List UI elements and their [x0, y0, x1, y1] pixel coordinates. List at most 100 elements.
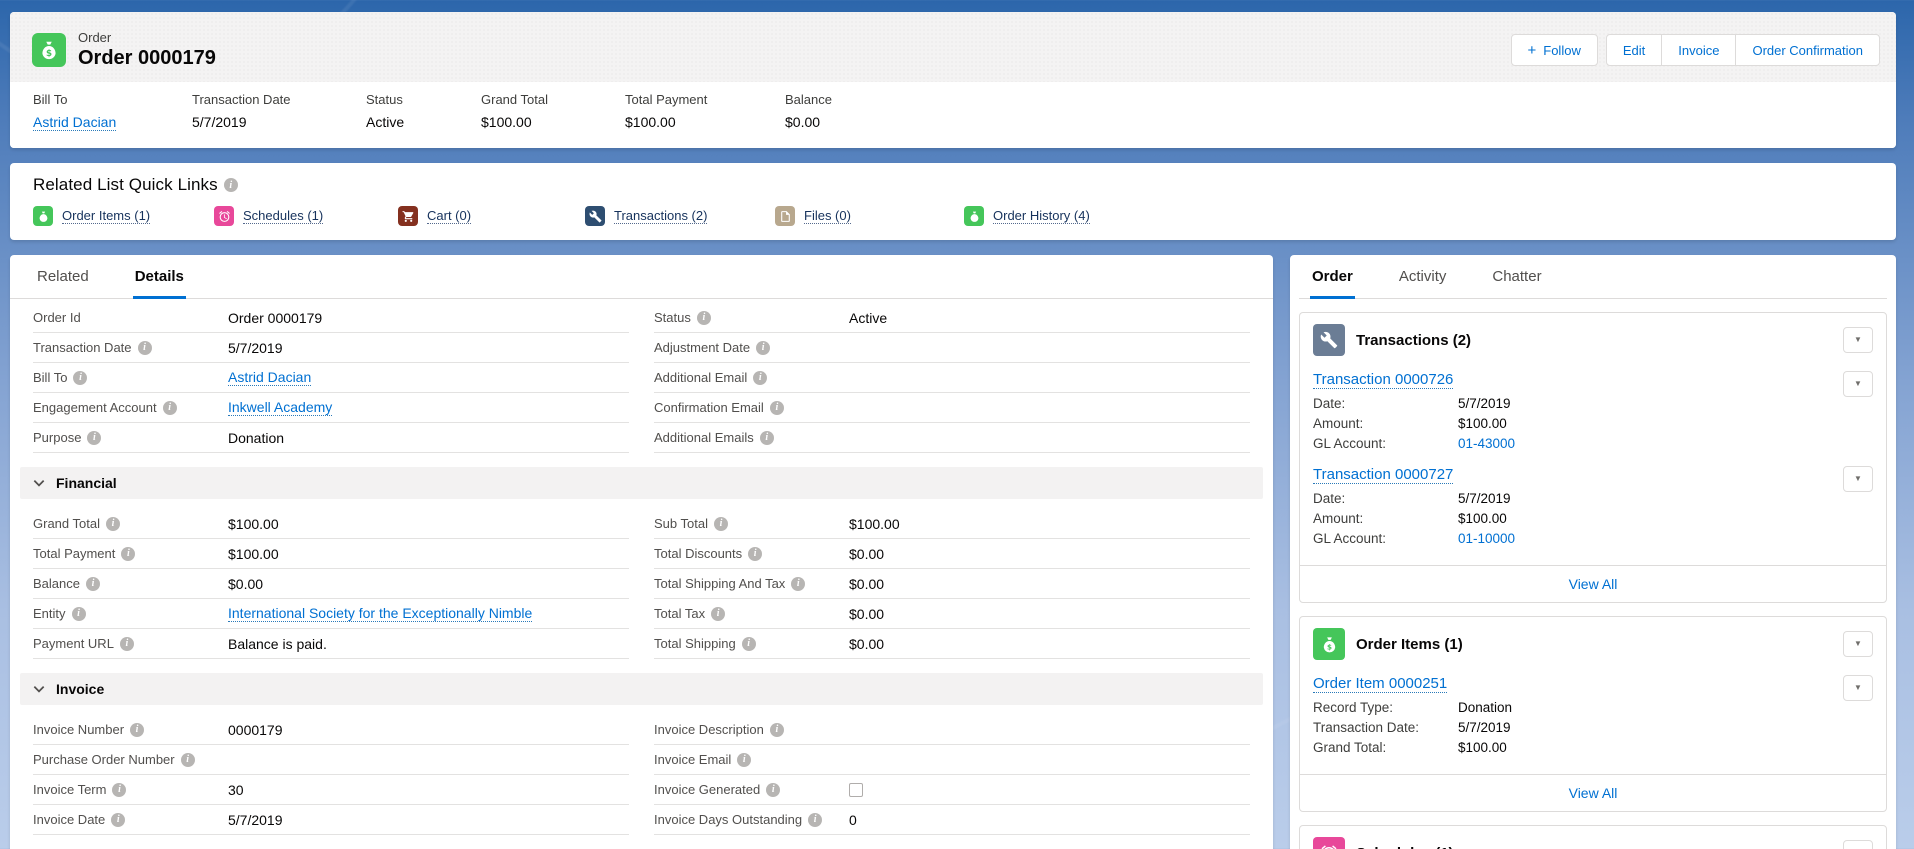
gl-account-link[interactable]: 01-43000	[1458, 434, 1515, 454]
info-icon[interactable]: i	[73, 371, 87, 385]
info-icon[interactable]: i	[224, 178, 238, 192]
field-transaction-date: Transaction Datei 5/7/2019	[33, 333, 629, 363]
tab-chatter[interactable]: Chatter	[1490, 255, 1543, 299]
tab-details[interactable]: Details	[133, 255, 186, 299]
info-icon[interactable]: i	[130, 723, 144, 737]
entity-link[interactable]: International Society for the Exceptiona…	[228, 605, 532, 622]
edit-button[interactable]: Edit	[1606, 34, 1662, 66]
field-total-shipping: Total Shippingi $0.00	[654, 629, 1250, 659]
invoice-button[interactable]: Invoice	[1661, 34, 1736, 66]
moneybag-icon	[964, 206, 984, 226]
field-invoice-days-outstanding: Invoice Days Outstandingi 0	[654, 805, 1250, 835]
quick-link-transactions[interactable]: Transactions (2)	[585, 206, 775, 226]
view-all-link[interactable]: View All	[1569, 785, 1618, 801]
transaction-link[interactable]: Transaction 0000726	[1313, 371, 1453, 389]
info-icon[interactable]: i	[72, 607, 86, 621]
summary-fields: Bill To Astrid Dacian Transaction Date 5…	[10, 82, 1896, 148]
record-actions-dropdown[interactable]: ▼	[1843, 371, 1873, 397]
field-status: Statusi Active	[654, 303, 1250, 333]
tab-activity[interactable]: Activity	[1397, 255, 1449, 299]
bill-to-link[interactable]: Astrid Dacian	[33, 114, 116, 131]
order-confirmation-button[interactable]: Order Confirmation	[1735, 34, 1880, 66]
card-actions-dropdown[interactable]: ▼	[1843, 840, 1873, 849]
card-title: Order Items (1)	[1356, 636, 1463, 653]
quick-links-row: Order Items (1) Schedules (1) Cart (0) T…	[33, 206, 1880, 226]
wrench-icon	[585, 206, 605, 226]
quick-link-cart[interactable]: Cart (0)	[398, 206, 585, 226]
info-icon[interactable]: i	[766, 783, 780, 797]
field-invoice-description: Invoice Descriptioni	[654, 715, 1250, 745]
info-icon[interactable]: i	[753, 371, 767, 385]
side-panel: Order Activity Chatter Transactions (2) …	[1290, 255, 1896, 849]
info-icon[interactable]: i	[808, 813, 822, 827]
info-icon[interactable]: i	[756, 341, 770, 355]
info-icon[interactable]: i	[111, 813, 125, 827]
info-icon[interactable]: i	[770, 723, 784, 737]
field-invoice-generated: Invoice Generatedi	[654, 775, 1250, 805]
tab-order[interactable]: Order	[1310, 255, 1355, 299]
transaction-record: Transaction 0000727 ▼ Date:5/7/2019 Amou…	[1300, 460, 1886, 555]
order-item-link[interactable]: Order Item 0000251	[1313, 675, 1447, 693]
info-icon[interactable]: i	[714, 517, 728, 531]
transaction-record: Transaction 0000726 ▼ Date:5/7/2019 Amou…	[1300, 365, 1886, 460]
follow-button[interactable]: + Follow	[1511, 34, 1598, 66]
transaction-link[interactable]: Transaction 0000727	[1313, 466, 1453, 484]
card-actions-dropdown[interactable]: ▼	[1843, 631, 1873, 657]
invoice-generated-checkbox	[849, 783, 863, 797]
view-all-link[interactable]: View All	[1569, 576, 1618, 592]
summary-balance: Balance $0.00	[785, 92, 842, 132]
bill-to-link[interactable]: Astrid Dacian	[228, 369, 311, 386]
info-icon[interactable]: i	[737, 753, 751, 767]
quick-link-files[interactable]: Files (0)	[775, 206, 964, 226]
info-icon[interactable]: i	[770, 401, 784, 415]
info-icon[interactable]: i	[120, 637, 134, 651]
field-payment-url: Payment URLi Balance is paid.	[33, 629, 629, 659]
title-block: Order Order 0000179	[78, 30, 216, 70]
info-icon[interactable]: i	[748, 547, 762, 561]
action-buttons: + Follow Edit Invoice Order Confirmation	[1511, 34, 1881, 66]
field-bill-to: Bill Toi Astrid Dacian	[33, 363, 629, 393]
quick-link-schedules[interactable]: Schedules (1)	[214, 206, 398, 226]
section-financial[interactable]: Financial	[20, 467, 1263, 499]
info-icon[interactable]: i	[711, 607, 725, 621]
info-icon[interactable]: i	[121, 547, 135, 561]
info-icon[interactable]: i	[106, 517, 120, 531]
wrench-icon	[1313, 324, 1345, 356]
svg-text:$: $	[1327, 642, 1332, 651]
record-detail-panel: Related Details Order Id Order 0000179 S…	[10, 255, 1273, 849]
engagement-account-link[interactable]: Inkwell Academy	[228, 399, 332, 416]
info-icon[interactable]: i	[138, 341, 152, 355]
field-engagement-account: Engagement Accounti Inkwell Academy	[33, 393, 629, 423]
tab-related[interactable]: Related	[35, 255, 91, 299]
general-fields: Order Id Order 0000179 Statusi Active Tr…	[33, 303, 1250, 453]
moneybag-icon: $	[1313, 628, 1345, 660]
info-icon[interactable]: i	[87, 431, 101, 445]
info-icon[interactable]: i	[163, 401, 177, 415]
card-actions-dropdown[interactable]: ▼	[1843, 327, 1873, 353]
quick-link-order-items[interactable]: Order Items (1)	[33, 206, 214, 226]
info-icon[interactable]: i	[760, 431, 774, 445]
side-tabs: Order Activity Chatter	[1299, 255, 1887, 299]
field-invoice-email: Invoice Emaili	[654, 745, 1250, 775]
summary-transaction-date: Transaction Date 5/7/2019	[192, 92, 366, 132]
record-actions-dropdown[interactable]: ▼	[1843, 675, 1873, 701]
info-icon[interactable]: i	[112, 783, 126, 797]
info-icon[interactable]: i	[697, 311, 711, 325]
record-actions-dropdown[interactable]: ▼	[1843, 466, 1873, 492]
quick-link-order-history[interactable]: Order History (4)	[964, 206, 1090, 226]
field-additional-emails: Additional Emailsi	[654, 423, 1250, 453]
info-icon[interactable]: i	[86, 577, 100, 591]
info-icon[interactable]: i	[791, 577, 805, 591]
field-total-tax: Total Taxi $0.00	[654, 599, 1250, 629]
gl-account-link[interactable]: 01-10000	[1458, 529, 1515, 549]
field-balance: Balancei $0.00	[33, 569, 629, 599]
page-title: Order 0000179	[78, 47, 216, 70]
moneybag-icon	[33, 206, 53, 226]
info-icon[interactable]: i	[181, 753, 195, 767]
cart-icon	[398, 206, 418, 226]
alarm-clock-icon	[1313, 837, 1345, 849]
record-type-label: Order	[78, 30, 216, 45]
chevron-down-icon	[32, 476, 46, 490]
section-invoice[interactable]: Invoice	[20, 673, 1263, 705]
info-icon[interactable]: i	[742, 637, 756, 651]
